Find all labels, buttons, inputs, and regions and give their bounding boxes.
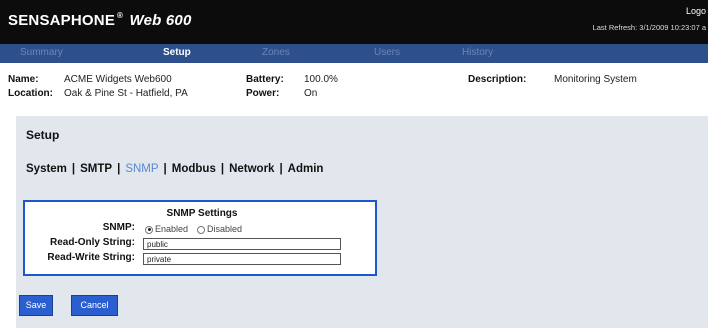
location-value: Oak & Pine St - Hatfield, PA xyxy=(64,88,188,99)
snmp-enabled-radio[interactable]: Enabled xyxy=(145,224,188,234)
cancel-button[interactable]: Cancel xyxy=(71,295,118,316)
separator: | xyxy=(117,163,121,175)
registered-mark: ® xyxy=(117,11,124,20)
snmp-disabled-radio[interactable]: Disabled xyxy=(197,224,242,234)
description-label: Description: xyxy=(468,74,527,85)
subtab-smtp[interactable]: SMTP xyxy=(80,163,112,175)
setup-panel: Setup System | SMTP | SNMP | Modbus | Network | Ad… xyxy=(16,116,708,328)
separator: | xyxy=(71,163,76,175)
radio-selected-icon[interactable] xyxy=(145,225,153,234)
title-bar: SENSAPHONE ® Web 600 Logo Last Refresh: 3… xyxy=(0,0,708,44)
subtab-system[interactable]: System xyxy=(26,163,67,175)
tab-zones[interactable]: Zones xyxy=(262,47,290,58)
description-label-row: Description: xyxy=(468,74,526,85)
tab-users[interactable]: Users xyxy=(374,47,400,58)
power-label-row: Power: xyxy=(246,88,279,99)
name-label: Name: xyxy=(8,74,39,85)
read-write-string-input[interactable] xyxy=(143,253,341,265)
separator: | xyxy=(163,163,167,175)
subtab-modbus[interactable]: Modbus xyxy=(172,163,216,175)
panel-title: Setup xyxy=(26,128,60,142)
brand-name: SENSAPHONE xyxy=(8,12,116,29)
read-only-label: Read-Only String: xyxy=(49,237,135,248)
tab-setup[interactable]: Setup xyxy=(163,47,191,58)
tab-summary[interactable]: Summary xyxy=(20,47,63,58)
separator: | xyxy=(279,163,283,175)
main-nav: Summary Setup Zones Users History xyxy=(0,44,708,63)
subtab-admin[interactable]: Admin xyxy=(288,163,324,175)
subtab-snmp[interactable]: SNMP xyxy=(125,163,158,175)
read-only-string-input[interactable] xyxy=(143,238,341,250)
last-refresh: Last Refresh: 3/1/2009 10:23:07 a xyxy=(592,23,706,32)
disabled-label: Disabled xyxy=(207,224,243,234)
tab-history[interactable]: History xyxy=(462,47,493,58)
name-value: ACME Widgets Web600 xyxy=(64,74,172,85)
save-button[interactable]: Save xyxy=(19,295,53,316)
snmp-label: SNMP: xyxy=(102,222,135,233)
power-value: On xyxy=(304,88,318,99)
snmp-settings-title: SNMP Settings xyxy=(166,208,238,219)
model-name: Web 600 xyxy=(129,12,192,29)
location-label: Location: xyxy=(8,88,53,99)
subtab-network[interactable]: Network xyxy=(229,163,274,175)
setup-subnav: System | SMTP | SNMP | Modbus | Network | Admin xyxy=(26,163,323,175)
login-link[interactable]: Logo xyxy=(686,6,706,16)
battery-label: Battery: xyxy=(246,74,284,85)
separator: | xyxy=(220,163,225,175)
enabled-label: Enabled xyxy=(155,224,189,234)
radio-unselected-icon[interactable] xyxy=(197,225,205,234)
battery-label-row: Battery: xyxy=(246,74,284,85)
description-value: Monitoring System xyxy=(554,74,637,85)
location-row: Location: xyxy=(8,88,53,99)
read-write-label: Read-Write String: xyxy=(47,252,135,263)
name-row: Name: xyxy=(8,74,39,85)
battery-value: 100.0% xyxy=(304,74,338,85)
snmp-settings-box: SNMP Settings SNMP: Enabled Disabled Rea… xyxy=(23,200,377,276)
brand-logo: SENSAPHONE ® Web 600 xyxy=(8,11,192,29)
power-label: Power: xyxy=(246,88,280,99)
